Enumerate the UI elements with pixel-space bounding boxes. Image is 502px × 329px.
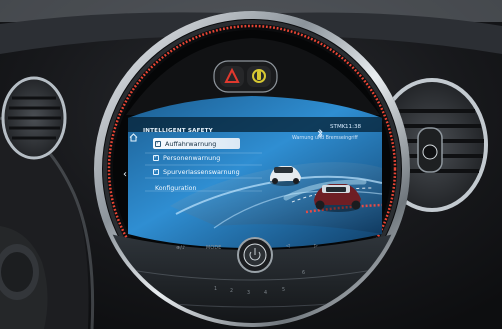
preset-button-2[interactable]: 2: [230, 289, 233, 294]
preset-button-5[interactable]: 5: [282, 288, 285, 293]
left-air-vent: [1, 76, 67, 160]
menu-item-personenwarnung[interactable]: ✓ Personenwarnung: [153, 152, 220, 163]
menu-item-spurverlassenswarnung[interactable]: ✓ Spurverlassenswarnung: [153, 166, 240, 177]
volume-knob[interactable]: [237, 237, 273, 273]
hazard-switch-pod[interactable]: [213, 60, 278, 93]
chevron-left-icon[interactable]: ‹: [120, 168, 130, 182]
menu-item-label: Auffahrwarnung: [165, 139, 217, 148]
status-notice: Warnung und Bremseingriff: [292, 136, 358, 141]
mode-button[interactable]: MODE: [206, 246, 221, 251]
home-icon[interactable]: [129, 127, 138, 142]
checkbox-checked-icon[interactable]: ✓: [153, 168, 159, 175]
checkbox-checked-icon[interactable]: ✓: [153, 154, 159, 161]
menu-item-label: Personenwarnung: [163, 153, 221, 162]
seek-forward-icon[interactable]: ▷: [314, 244, 318, 249]
menu-item-label: Spurverlassenswarnung: [163, 167, 240, 176]
menu-item-auffahrwarnung[interactable]: ✓ Auffahrwarnung: [153, 138, 241, 149]
menu-item-konfiguration[interactable]: Konfiguration: [155, 185, 196, 192]
preset-button-3[interactable]: 3: [247, 291, 250, 296]
screen-header-title: INTELLIGENT SAFETY: [143, 128, 213, 134]
status-label: STMK: [330, 124, 346, 130]
preset-button-6[interactable]: 6: [302, 271, 305, 276]
preset-button-1[interactable]: 1: [214, 287, 217, 292]
checkbox-checked-icon[interactable]: ✓: [155, 140, 161, 147]
clock: 11:38: [345, 124, 362, 130]
seek-back-icon[interactable]: ◁: [286, 244, 290, 249]
preset-button-4[interactable]: 4: [264, 291, 267, 296]
source-button[interactable]: ⊕/♪: [176, 246, 185, 251]
dashboard-scene: [0, 0, 502, 329]
bluetooth-icon: [317, 123, 324, 139]
